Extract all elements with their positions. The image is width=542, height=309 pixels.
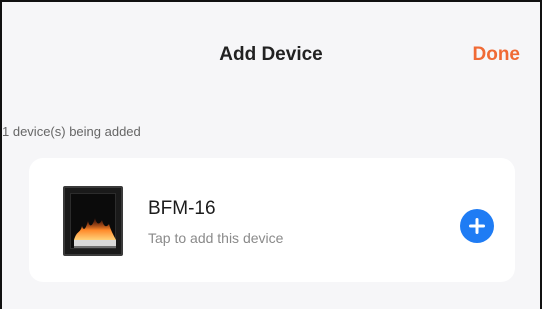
app-screen: Add Device Done 1 device(s) being added: [0, 0, 542, 309]
done-button[interactable]: Done: [473, 44, 521, 66]
flame-icon: [74, 218, 116, 248]
fireplace-firebox: [70, 193, 116, 249]
top-bar: Add Device Done: [2, 2, 540, 102]
device-name: BFM-16: [148, 198, 216, 219]
device-subtitle: Tap to add this device: [148, 230, 284, 246]
device-card[interactable]: BFM-16 Tap to add this device: [29, 158, 515, 282]
fireplace-thumbnail-image: [63, 186, 123, 256]
devices-being-added-label: 1 device(s) being added: [2, 124, 141, 139]
add-device-button[interactable]: [460, 209, 494, 243]
page-title: Add Device: [219, 44, 323, 65]
plus-icon: [469, 218, 485, 234]
